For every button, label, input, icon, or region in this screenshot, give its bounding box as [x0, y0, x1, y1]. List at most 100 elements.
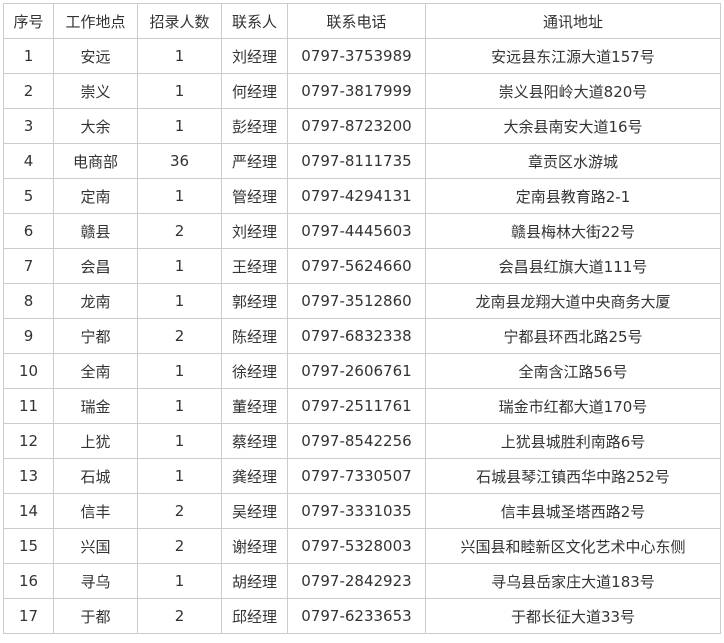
- cell-phone: 0797-3512860: [287, 283, 426, 319]
- header-address: 通讯地址: [425, 3, 721, 39]
- cell-location: 崇义: [53, 73, 138, 109]
- cell-count: 1: [137, 178, 222, 214]
- cell-contact: 郭经理: [221, 283, 288, 319]
- table-row: 4 电商部 36 严经理 0797-8111735 章贡区水游城: [3, 143, 721, 179]
- header-phone: 联系电话: [287, 3, 426, 39]
- cell-contact: 陈经理: [221, 318, 288, 354]
- cell-index: 2: [3, 73, 54, 109]
- cell-count: 2: [137, 213, 222, 249]
- cell-phone: 0797-2842923: [287, 563, 426, 599]
- table-row: 14 信丰 2 吴经理 0797-3331035 信丰县城圣塔西路2号: [3, 493, 721, 529]
- cell-phone: 0797-4445603: [287, 213, 426, 249]
- table-row: 10 全南 1 徐经理 0797-2606761 全南含江路56号: [3, 353, 721, 389]
- table-row: 13 石城 1 龚经理 0797-7330507 石城县琴江镇西华中路252号: [3, 458, 721, 494]
- cell-location: 龙南: [53, 283, 138, 319]
- cell-phone: 0797-2511761: [287, 388, 426, 424]
- cell-index: 17: [3, 598, 54, 634]
- cell-location: 全南: [53, 353, 138, 389]
- table-row: 2 崇义 1 何经理 0797-3817999 崇义县阳岭大道820号: [3, 73, 721, 109]
- cell-contact: 胡经理: [221, 563, 288, 599]
- cell-contact: 邱经理: [221, 598, 288, 634]
- table-row: 9 宁都 2 陈经理 0797-6832338 宁都县环西北路25号: [3, 318, 721, 354]
- header-location: 工作地点: [53, 3, 138, 39]
- cell-contact: 何经理: [221, 73, 288, 109]
- cell-phone: 0797-8542256: [287, 423, 426, 459]
- table-row: 12 上犹 1 蔡经理 0797-8542256 上犹县城胜利南路6号: [3, 423, 721, 459]
- cell-contact: 彭经理: [221, 108, 288, 144]
- cell-phone: 0797-6832338: [287, 318, 426, 354]
- cell-location: 石城: [53, 458, 138, 494]
- cell-index: 4: [3, 143, 54, 179]
- header-contact: 联系人: [221, 3, 288, 39]
- cell-phone: 0797-8111735: [287, 143, 426, 179]
- table-row: 1 安远 1 刘经理 0797-3753989 安远县东江源大道157号: [3, 38, 721, 74]
- table-row: 16 寻乌 1 胡经理 0797-2842923 寻乌县岳家庄大道183号: [3, 563, 721, 599]
- cell-address: 瑞金市红都大道170号: [425, 388, 721, 424]
- table-row: 11 瑞金 1 董经理 0797-2511761 瑞金市红都大道170号: [3, 388, 721, 424]
- cell-index: 6: [3, 213, 54, 249]
- cell-index: 15: [3, 528, 54, 564]
- table-row: 17 于都 2 邱经理 0797-6233653 于都长征大道33号: [3, 598, 721, 634]
- cell-index: 13: [3, 458, 54, 494]
- cell-phone: 0797-3331035: [287, 493, 426, 529]
- cell-contact: 刘经理: [221, 38, 288, 74]
- header-index: 序号: [3, 3, 54, 39]
- cell-location: 宁都: [53, 318, 138, 354]
- cell-phone: 0797-5328003: [287, 528, 426, 564]
- cell-index: 12: [3, 423, 54, 459]
- cell-contact: 徐经理: [221, 353, 288, 389]
- table-header: 序号 工作地点 招录人数 联系人 联系电话 通讯地址: [3, 3, 721, 39]
- cell-location: 兴国: [53, 528, 138, 564]
- cell-count: 2: [137, 528, 222, 564]
- cell-phone: 0797-3817999: [287, 73, 426, 109]
- header-row: 序号 工作地点 招录人数 联系人 联系电话 通讯地址: [3, 3, 721, 39]
- table-body: 1 安远 1 刘经理 0797-3753989 安远县东江源大道157号 2 崇义 1 何经理 07…: [3, 38, 721, 634]
- cell-count: 1: [137, 248, 222, 284]
- cell-location: 上犹: [53, 423, 138, 459]
- cell-contact: 刘经理: [221, 213, 288, 249]
- cell-count: 1: [137, 423, 222, 459]
- cell-index: 10: [3, 353, 54, 389]
- cell-location: 定南: [53, 178, 138, 214]
- cell-location: 赣县: [53, 213, 138, 249]
- header-count: 招录人数: [137, 3, 222, 39]
- cell-count: 1: [137, 563, 222, 599]
- cell-address: 信丰县城圣塔西路2号: [425, 493, 721, 529]
- cell-address: 定南县教育路2-1: [425, 178, 721, 214]
- cell-contact: 王经理: [221, 248, 288, 284]
- cell-count: 2: [137, 493, 222, 529]
- cell-phone: 0797-4294131: [287, 178, 426, 214]
- cell-address: 石城县琴江镇西华中路252号: [425, 458, 721, 494]
- table-row: 8 龙南 1 郭经理 0797-3512860 龙南县龙翔大道中央商务大厦: [3, 283, 721, 319]
- cell-phone: 0797-6233653: [287, 598, 426, 634]
- cell-address: 全南含江路56号: [425, 353, 721, 389]
- cell-location: 安远: [53, 38, 138, 74]
- cell-location: 电商部: [53, 143, 138, 179]
- cell-contact: 吴经理: [221, 493, 288, 529]
- cell-count: 1: [137, 353, 222, 389]
- cell-count: 1: [137, 108, 222, 144]
- cell-index: 16: [3, 563, 54, 599]
- cell-address: 于都长征大道33号: [425, 598, 721, 634]
- cell-count: 2: [137, 598, 222, 634]
- cell-address: 宁都县环西北路25号: [425, 318, 721, 354]
- cell-address: 上犹县城胜利南路6号: [425, 423, 721, 459]
- cell-address: 章贡区水游城: [425, 143, 721, 179]
- cell-address: 安远县东江源大道157号: [425, 38, 721, 74]
- cell-count: 1: [137, 458, 222, 494]
- cell-contact: 龚经理: [221, 458, 288, 494]
- table-row: 3 大余 1 彭经理 0797-8723200 大余县南安大道16号: [3, 108, 721, 144]
- cell-address: 兴国县和睦新区文化艺术中心东侧: [425, 528, 721, 564]
- cell-count: 1: [137, 73, 222, 109]
- cell-count: 1: [137, 388, 222, 424]
- cell-address: 会昌县红旗大道111号: [425, 248, 721, 284]
- cell-address: 大余县南安大道16号: [425, 108, 721, 144]
- cell-location: 会昌: [53, 248, 138, 284]
- cell-location: 于都: [53, 598, 138, 634]
- page: 序号 工作地点 招录人数 联系人 联系电话 通讯地址 1 安远 1 刘经理 0797-3…: [0, 0, 724, 643]
- cell-index: 3: [3, 108, 54, 144]
- cell-address: 崇义县阳岭大道820号: [425, 73, 721, 109]
- cell-index: 5: [3, 178, 54, 214]
- cell-phone: 0797-3753989: [287, 38, 426, 74]
- cell-location: 大余: [53, 108, 138, 144]
